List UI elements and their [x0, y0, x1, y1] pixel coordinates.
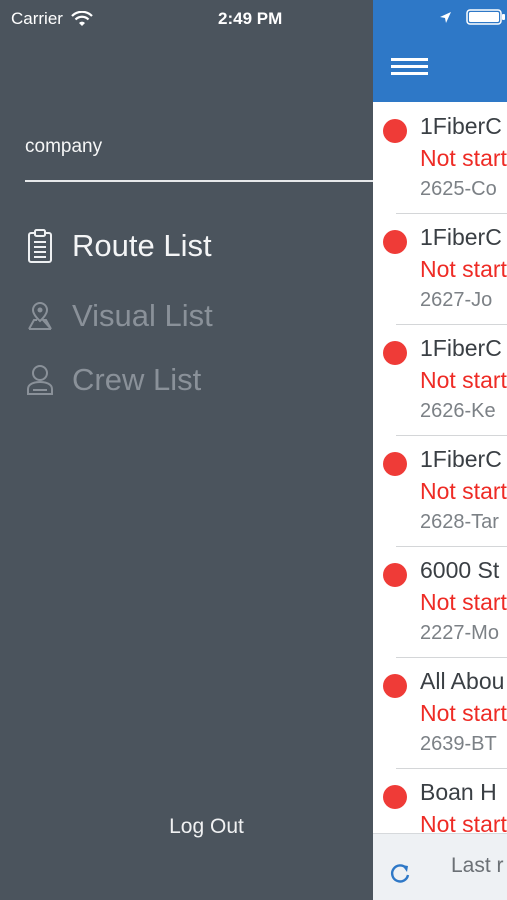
menu-crew-list-label: Crew List: [72, 362, 202, 397]
menu-visual-list-label: Visual List: [72, 298, 213, 333]
company-field[interactable]: company: [25, 136, 102, 158]
route-subtitle: 2628-Tar: [420, 511, 499, 533]
route-title: 1FiberC: [420, 113, 502, 139]
list-item[interactable]: All Abou Not start 2639-BT: [373, 658, 507, 769]
list-item[interactable]: 1FiberC Not start 2625-Co: [373, 103, 507, 214]
nav-bar: [373, 0, 507, 102]
menu-visual-list[interactable]: Visual List: [25, 298, 213, 334]
route-title: 1FiberC: [420, 335, 502, 361]
footer-bar: Last r: [373, 833, 507, 900]
status-time: 2:49 PM: [218, 9, 283, 28]
person-icon: [25, 362, 55, 398]
status-dot: [383, 674, 407, 698]
location-arrow-icon: [440, 11, 451, 23]
route-title: Boan H: [420, 779, 497, 805]
route-status: Not start: [420, 256, 507, 282]
route-status: Not start: [420, 367, 507, 393]
last-updated-label: Last r: [451, 854, 504, 877]
route-status: Not start: [420, 478, 507, 504]
status-bar-right: [439, 9, 506, 25]
route-status: Not start: [420, 589, 507, 615]
status-bar-left: Carrier: [11, 8, 93, 30]
route-title: 1FiberC: [420, 224, 502, 250]
side-drawer: Carrier 2:49 PM company Route List Visua…: [0, 0, 373, 900]
status-dot: [383, 341, 407, 365]
logout-button[interactable]: Log Out: [0, 815, 373, 839]
menu-route-list[interactable]: Route List: [25, 228, 212, 264]
route-title: All Abou: [420, 668, 505, 694]
map-pin-icon: [25, 298, 55, 334]
status-dot: [383, 230, 407, 254]
list-item[interactable]: 1FiberC Not start 2626-Ke: [373, 325, 507, 436]
list-item[interactable]: 1FiberC Not start 2627-Jo: [373, 214, 507, 325]
carrier-label: Carrier: [11, 9, 63, 28]
route-subtitle: 2625-Co: [420, 178, 497, 200]
route-subtitle: 2639-BT: [420, 733, 497, 755]
menu-hamburger-icon[interactable]: [391, 58, 429, 78]
status-dot: [383, 452, 407, 476]
list-item[interactable]: 6000 St Not start 2227-Mo: [373, 547, 507, 658]
refresh-icon[interactable]: [389, 862, 411, 884]
menu-crew-list[interactable]: Crew List: [25, 362, 201, 398]
route-title: 1FiberC: [420, 446, 502, 472]
list-item[interactable]: 1FiberC Not start 2628-Tar: [373, 436, 507, 547]
route-status: Not start: [420, 700, 507, 726]
route-subtitle: 2227-Mo: [420, 622, 499, 644]
clipboard-icon: [25, 228, 55, 264]
status-dot: [383, 119, 407, 143]
wifi-icon: [71, 11, 93, 26]
route-title: 6000 St: [420, 557, 500, 583]
menu-route-list-label: Route List: [72, 228, 212, 263]
route-subtitle: 2626-Ke: [420, 400, 496, 422]
route-subtitle: 2627-Jo: [420, 289, 493, 311]
route-status: Not start: [420, 145, 507, 171]
main-panel: 1FiberC Not start 2625-Co 1FiberC Not st…: [373, 0, 507, 900]
company-underline: [25, 180, 373, 182]
status-dot: [383, 785, 407, 809]
battery-icon: [466, 9, 505, 25]
status-dot: [383, 563, 407, 587]
